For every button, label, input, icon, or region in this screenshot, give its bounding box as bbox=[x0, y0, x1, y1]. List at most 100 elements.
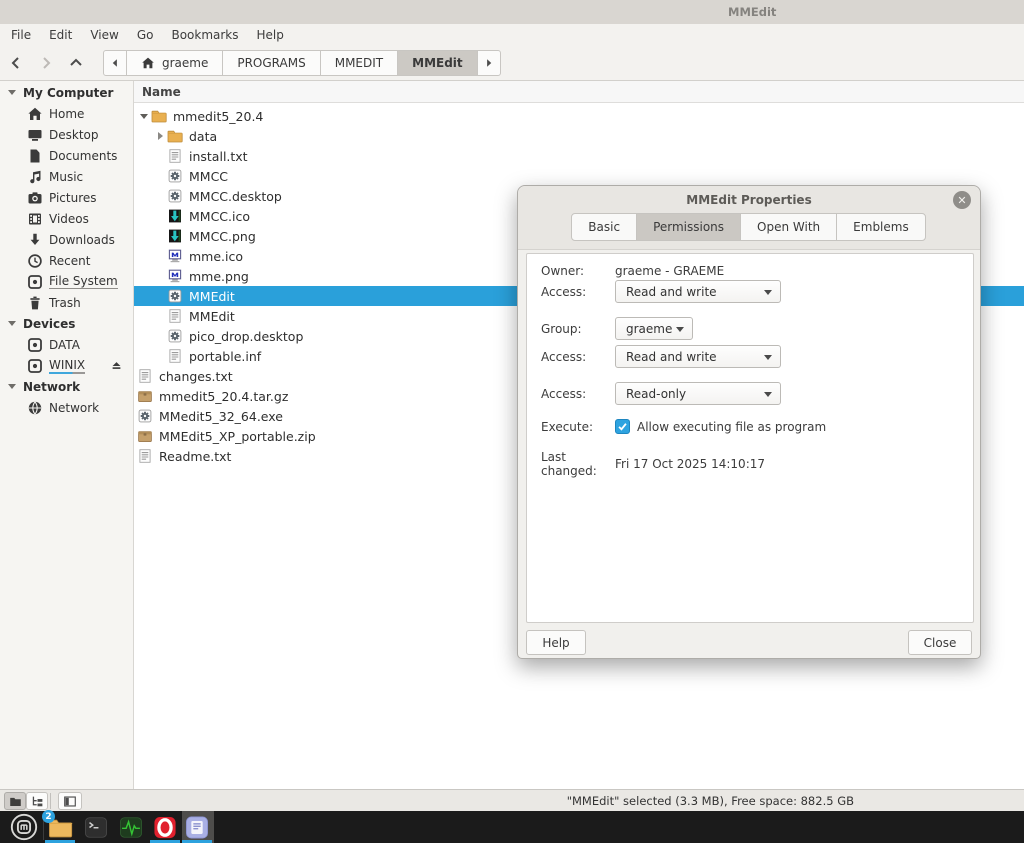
chevron-down-icon bbox=[764, 290, 772, 295]
sidebar-item-recent[interactable]: Recent bbox=[0, 250, 133, 271]
breadcrumb-programs[interactable]: PROGRAMS bbox=[222, 50, 320, 76]
close-button[interactable]: Close bbox=[908, 630, 972, 655]
breadcrumb-scroll-right-button[interactable] bbox=[477, 50, 501, 76]
access-dropdown[interactable]: Read and write bbox=[615, 345, 781, 368]
globe-icon bbox=[27, 400, 43, 416]
trash-icon bbox=[27, 295, 43, 311]
breadcrumb-graeme[interactable]: graeme bbox=[126, 50, 223, 76]
tree-view-toggle-button[interactable] bbox=[26, 792, 48, 810]
column-header-name[interactable]: Name bbox=[134, 81, 1024, 103]
menu-view[interactable]: View bbox=[81, 26, 127, 44]
menu-file[interactable]: File bbox=[2, 26, 40, 44]
menu-help[interactable]: Help bbox=[248, 26, 293, 44]
file-row-install.txt[interactable]: install.txt bbox=[134, 146, 1024, 166]
chevron-down-icon bbox=[676, 327, 684, 332]
dialog-header: MMEdit Properties ✕ BasicPermissionsOpen… bbox=[518, 186, 980, 250]
text-icon bbox=[167, 148, 183, 164]
tb-monitor-icon bbox=[118, 814, 144, 841]
tab-permissions[interactable]: Permissions bbox=[636, 213, 741, 241]
section-collapse-icon bbox=[8, 384, 16, 389]
sidebar-section-network[interactable]: Network bbox=[0, 376, 133, 397]
sidebar-item-trash[interactable]: Trash bbox=[0, 292, 133, 313]
file-name: mmedit5_20.4 bbox=[173, 109, 263, 124]
group-dropdown[interactable]: graeme bbox=[615, 317, 693, 340]
sidebar-section-devices[interactable]: Devices bbox=[0, 313, 133, 334]
execute-checkbox[interactable] bbox=[615, 419, 630, 434]
access-dropdown[interactable]: Read and write bbox=[615, 280, 781, 303]
tab-emblems[interactable]: Emblems bbox=[836, 213, 926, 241]
side-pane-toggle-button[interactable] bbox=[58, 792, 82, 810]
access-dropdown[interactable]: Read-only bbox=[615, 382, 781, 405]
exec-icon bbox=[167, 328, 183, 344]
check-icon bbox=[617, 421, 628, 432]
menu-edit[interactable]: Edit bbox=[40, 26, 81, 44]
sidebar-item-data[interactable]: DATA bbox=[0, 334, 133, 355]
file-row-data[interactable]: data bbox=[134, 126, 1024, 146]
sidebar-item-winix[interactable]: WINIX bbox=[0, 355, 133, 376]
close-icon[interactable]: ✕ bbox=[953, 191, 971, 209]
file-name: changes.txt bbox=[159, 369, 233, 384]
taskbar-app-files[interactable]: 2 bbox=[47, 813, 73, 841]
image-arrow-icon bbox=[167, 228, 183, 244]
breadcrumb-scroll-left-button[interactable] bbox=[103, 50, 127, 76]
desktop: MMEdit FileEditViewGoBookmarksHelp graem… bbox=[0, 0, 1024, 843]
icon-view-toggle-button[interactable] bbox=[4, 792, 26, 810]
sidebar-section-my-computer[interactable]: My Computer bbox=[0, 82, 133, 103]
mint-menu-button[interactable] bbox=[8, 811, 40, 843]
status-text: "MMEdit" selected (3.3 MB), Free space: … bbox=[567, 794, 854, 808]
sidebar-item-file-system[interactable]: File System bbox=[0, 271, 133, 292]
file-name: MMCC.desktop bbox=[189, 189, 282, 204]
menu-go[interactable]: Go bbox=[128, 26, 163, 44]
file-row-mmcc[interactable]: MMCC bbox=[134, 166, 1024, 186]
taskbar-app-terminal[interactable] bbox=[83, 813, 109, 841]
file-name: MMCC bbox=[189, 169, 228, 184]
sidebar-item-documents[interactable]: Documents bbox=[0, 145, 133, 166]
forward-button[interactable] bbox=[32, 50, 60, 76]
file-name: mmedit5_20.4.tar.gz bbox=[159, 389, 288, 404]
sidebar-item-network[interactable]: Network bbox=[0, 397, 133, 418]
clock-icon bbox=[27, 253, 43, 269]
taskbar: 2 bbox=[0, 811, 1024, 843]
window-title: MMEdit bbox=[728, 5, 776, 19]
back-button[interactable] bbox=[2, 50, 30, 76]
eject-button[interactable] bbox=[110, 359, 123, 375]
menu-bookmarks[interactable]: Bookmarks bbox=[162, 26, 247, 44]
statusbar: "MMEdit" selected (3.3 MB), Free space: … bbox=[0, 789, 1024, 811]
taskbar-app-opera[interactable] bbox=[152, 813, 178, 841]
expander-icon[interactable] bbox=[137, 114, 151, 119]
text-icon bbox=[167, 308, 183, 324]
file-row-mmedit5_20.4[interactable]: mmedit5_20.4 bbox=[134, 106, 1024, 126]
help-button[interactable]: Help bbox=[526, 630, 586, 655]
sidebar-item-downloads[interactable]: Downloads bbox=[0, 229, 133, 250]
up-button[interactable] bbox=[62, 50, 90, 76]
breadcrumb-mmedit[interactable]: MMEDIT bbox=[320, 50, 398, 76]
file-name: Readme.txt bbox=[159, 449, 231, 464]
tab-basic[interactable]: Basic bbox=[571, 213, 637, 241]
field-row-access: Access:Read-only bbox=[541, 382, 781, 405]
expander-icon[interactable] bbox=[153, 132, 167, 140]
file-name: pico_drop.desktop bbox=[189, 329, 303, 344]
dialog-title: MMEdit Properties bbox=[518, 193, 980, 207]
sidebar-item-pictures[interactable]: Pictures bbox=[0, 187, 133, 208]
film-icon bbox=[27, 211, 43, 227]
eject-icon bbox=[110, 359, 123, 372]
tab-open-with[interactable]: Open With bbox=[740, 213, 837, 241]
archive-icon bbox=[137, 388, 153, 404]
file-name: MMEdit5_XP_portable.zip bbox=[159, 429, 316, 444]
sidebar-item-videos[interactable]: Videos bbox=[0, 208, 133, 229]
field-value: Fri 17 Oct 2025 14:10:17 bbox=[615, 457, 765, 471]
file-name: mme.ico bbox=[189, 249, 243, 264]
field-row-access: Access:Read and write bbox=[541, 280, 781, 303]
sidebar-item-music[interactable]: Music bbox=[0, 166, 133, 187]
taskbar-app-text-editor[interactable] bbox=[184, 813, 210, 841]
camera-icon bbox=[27, 190, 43, 206]
file-name: mme.png bbox=[189, 269, 249, 284]
breadcrumb-mmedit[interactable]: MMEdit bbox=[397, 50, 478, 76]
taskbar-app-system-monitor[interactable] bbox=[118, 813, 144, 841]
sidebar-item-desktop[interactable]: Desktop bbox=[0, 124, 133, 145]
home-icon bbox=[141, 56, 155, 70]
dialog-tabs: BasicPermissionsOpen WithEmblems bbox=[518, 213, 980, 241]
sidebar-item-home[interactable]: Home bbox=[0, 103, 133, 124]
field-row-owner: Owner:graeme - GRAEME bbox=[541, 264, 724, 278]
field-value: graeme - GRAEME bbox=[615, 264, 724, 278]
